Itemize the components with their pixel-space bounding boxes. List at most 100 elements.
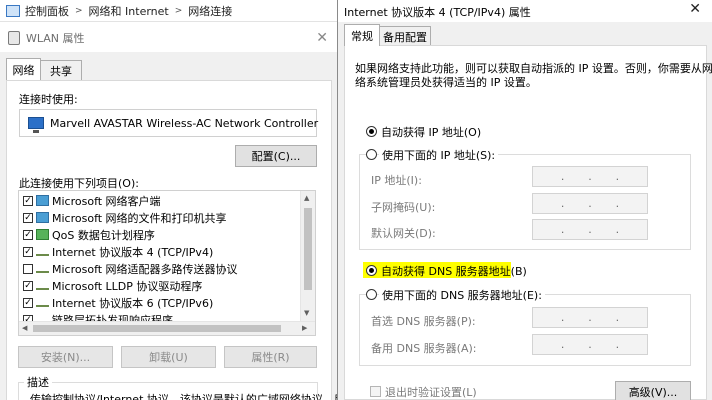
subnet-mask-label: 子网掩码(U): — [371, 201, 436, 214]
breadcrumb-control-panel[interactable]: 控制面板 — [25, 3, 69, 19]
ipv4-window-title: Internet 协议版本 4 (TCP/IPv4) 属性 — [344, 6, 531, 19]
ip-octet-dot: . — [615, 311, 620, 324]
ip-octet-dot: . — [615, 223, 620, 236]
ip-octet-dot: . — [560, 223, 565, 236]
description-text: 传输控制协议/Internet 协议。该协议是默认的广域网络协议，用 — [30, 393, 345, 400]
auto-ip-label[interactable]: 自动获得 IP 地址(O) — [381, 124, 481, 140]
adapter-name: Marvell AVASTAR Wireless-AC Network Cont… — [50, 117, 319, 130]
file-printer-sharing-icon — [36, 212, 49, 223]
tab-sharing[interactable]: 共享 — [40, 60, 82, 80]
network-adapter-icon — [28, 117, 44, 133]
list-item[interactable]: ✓ QoS 数据包计划程序 — [19, 226, 301, 243]
install-button[interactable]: 安装(N)... — [18, 346, 113, 368]
properties-button[interactable]: 属性(R) — [224, 346, 317, 368]
items-vertical-scrollbar[interactable]: ▲ ▼ — [300, 191, 315, 322]
auto-dns-label[interactable]: 自动获得 DNS 服务器地址(B) — [381, 263, 527, 279]
ip-octet-dot: . — [560, 197, 565, 210]
wlan-window-icon — [8, 31, 20, 45]
auto-ip-radio[interactable] — [366, 126, 377, 137]
ip-octet-dot: . — [615, 338, 620, 351]
item-checkbox[interactable]: ✓ — [23, 280, 33, 291]
list-item[interactable]: Microsoft 网络适配器多路传送器协议 — [19, 260, 301, 277]
ip-octet-dot: . — [588, 197, 592, 210]
item-checkbox[interactable]: ✓ — [23, 297, 33, 308]
item-label: Microsoft 网络的文件和打印机共享 — [52, 211, 227, 225]
ip-octet-dot: . — [588, 338, 592, 351]
explorer-address-bar: 控制面板 > 网络和 Internet > 网络连接 — [0, 0, 340, 22]
scroll-thumb[interactable] — [304, 208, 312, 290]
ip-octet-dot: . — [560, 170, 565, 183]
close-icon[interactable]: ✕ — [316, 30, 328, 46]
scroll-left-icon[interactable]: ◀ — [22, 324, 27, 332]
protocol-icon — [36, 265, 49, 273]
subnet-mask-field: ... — [532, 193, 648, 214]
item-checkbox[interactable]: ✓ — [23, 246, 33, 257]
item-checkbox[interactable] — [23, 263, 33, 274]
list-item[interactable]: ✓ Internet 协议版本 6 (TCP/IPv6) — [19, 294, 301, 311]
wlan-window-title: WLAN 属性 — [26, 32, 85, 45]
item-label: Microsoft 网络客户端 — [52, 194, 161, 208]
item-label: Internet 协议版本 6 (TCP/IPv6) — [52, 296, 214, 310]
manual-ip-label[interactable]: 使用下面的 IP 地址(S): — [379, 147, 499, 163]
breadcrumb-separator-icon: > — [75, 5, 83, 16]
ipv4-title-bar: Internet 协议版本 4 (TCP/IPv4) 属性 ✕ — [338, 0, 712, 22]
ip-octet-dot: . — [588, 311, 592, 324]
scroll-up-icon[interactable]: ▲ — [304, 194, 309, 202]
manual-dns-radio[interactable] — [366, 289, 377, 300]
list-item[interactable]: ✓ Microsoft 网络客户端 — [19, 192, 301, 209]
ipv4-general-panel: 如果网络支持此功能，则可以获取自动指派的 IP 设置。否则，你需要从网 络系统管… — [344, 45, 712, 400]
preferred-dns-field: ... — [532, 307, 648, 328]
scroll-right-icon[interactable]: ▶ — [302, 324, 307, 332]
preferred-dns-label: 首选 DNS 服务器(P): — [371, 315, 476, 328]
connection-items-list[interactable]: ✓ Microsoft 网络客户端 ✓ Microsoft 网络的文件和打印机共… — [18, 190, 316, 336]
advanced-button[interactable]: 高级(V)... — [615, 381, 691, 400]
list-item[interactable]: ✓ Internet 协议版本 4 (TCP/IPv4) — [19, 243, 301, 260]
auto-dns-radio[interactable] — [366, 265, 377, 276]
manual-dns-label[interactable]: 使用下面的 DNS 服务器地址(E): — [379, 287, 545, 303]
alternate-dns-field: ... — [532, 334, 648, 355]
ip-octet-dot: . — [615, 197, 620, 210]
close-icon[interactable]: ✕ — [689, 1, 701, 17]
connect-using-label: 连接时使用: — [19, 93, 78, 106]
protocol-icon — [36, 282, 49, 290]
ip-octet-dot: . — [615, 170, 620, 183]
items-horizontal-scrollbar[interactable]: ◀ ▶ — [19, 321, 315, 335]
ip-address-label: IP 地址(I): — [371, 174, 422, 187]
item-label: Microsoft 网络适配器多路传送器协议 — [52, 262, 238, 276]
breadcrumb-separator-icon: > — [174, 5, 183, 16]
ip-octet-dot: . — [588, 223, 592, 236]
protocol-icon — [36, 248, 49, 256]
alternate-dns-label: 备用 DNS 服务器(A): — [371, 342, 477, 355]
tab-networking[interactable]: 网络 — [6, 58, 41, 80]
list-item[interactable]: ✓ Microsoft 网络的文件和打印机共享 — [19, 209, 301, 226]
breadcrumb-network-connections[interactable]: 网络连接 — [188, 3, 232, 19]
list-item[interactable]: ✓ Microsoft LLDP 协议驱动程序 — [19, 277, 301, 294]
adapter-box: Marvell AVASTAR Wireless-AC Network Cont… — [19, 109, 319, 137]
item-label: Microsoft LLDP 协议驱动程序 — [52, 279, 203, 293]
tab-general[interactable]: 常规 — [344, 24, 380, 46]
network-client-icon — [36, 195, 49, 206]
item-checkbox[interactable]: ✓ — [23, 195, 33, 206]
uninstall-button[interactable]: 卸载(U) — [121, 346, 216, 368]
item-checkbox[interactable]: ✓ — [23, 212, 33, 223]
wlan-title-bar: WLAN 属性 ✕ — [0, 24, 338, 52]
configure-button[interactable]: 配置(C)... — [235, 145, 317, 167]
protocol-icon — [36, 299, 49, 307]
manual-ip-radio[interactable] — [366, 149, 377, 160]
scroll-down-icon[interactable]: ▼ — [304, 309, 309, 317]
default-gateway-field: ... — [532, 219, 648, 240]
qos-scheduler-icon — [36, 229, 49, 240]
description-label: 描述 — [24, 374, 52, 390]
validate-settings-label[interactable]: 退出时验证设置(L) — [385, 384, 477, 400]
scroll-thumb[interactable] — [33, 325, 281, 332]
ipv4-properties-window: Internet 协议版本 4 (TCP/IPv4) 属性 ✕ 常规 备用配置 … — [337, 0, 712, 400]
item-checkbox[interactable]: ✓ — [23, 229, 33, 240]
default-gateway-label: 默认网关(D): — [371, 227, 436, 240]
breadcrumb-network-internet[interactable]: 网络和 Internet — [89, 3, 169, 19]
tab-alternate-configuration[interactable]: 备用配置 — [379, 26, 431, 46]
item-label: Internet 协议版本 4 (TCP/IPv4) — [52, 245, 214, 259]
item-label: QoS 数据包计划程序 — [52, 228, 155, 242]
ip-address-field: ... — [532, 166, 648, 187]
ip-octet-dot: . — [560, 311, 565, 324]
validate-settings-checkbox[interactable] — [370, 386, 381, 397]
